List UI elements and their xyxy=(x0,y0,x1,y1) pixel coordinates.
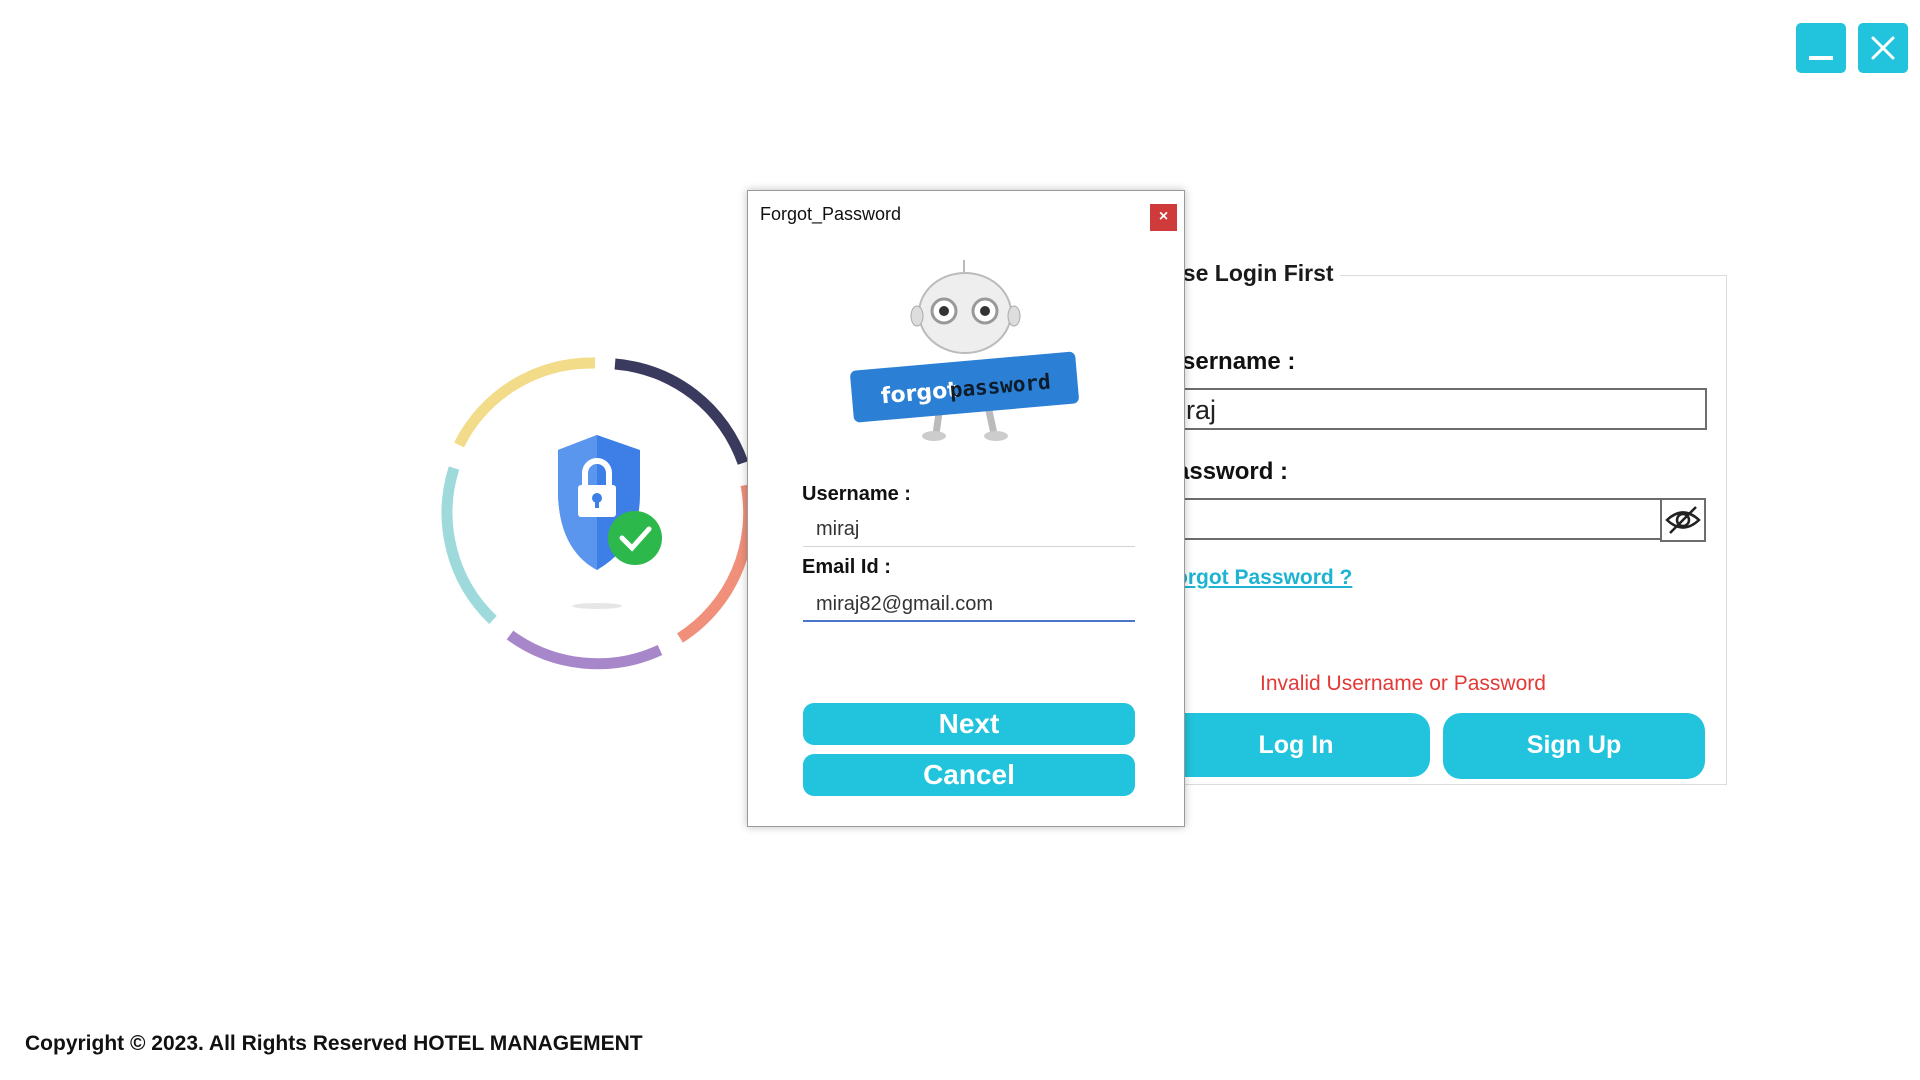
check-badge-icon xyxy=(608,511,662,565)
dialog-close-button[interactable]: × xyxy=(1150,204,1177,231)
username-label: sername : xyxy=(1182,348,1296,375)
minimize-icon xyxy=(1809,56,1833,60)
dialog-email-label: Email Id : xyxy=(802,556,891,578)
security-shield-illustration xyxy=(441,357,755,670)
password-label: assword : xyxy=(1176,458,1289,485)
signup-button[interactable]: Sign Up xyxy=(1443,713,1705,779)
login-panel-title: ase Login First xyxy=(1170,260,1340,287)
password-input[interactable] xyxy=(1168,498,1662,540)
eye-slash-icon xyxy=(1665,506,1701,534)
show-password-button[interactable] xyxy=(1660,498,1706,542)
dialog-username-label: Username : xyxy=(802,483,911,505)
error-message: Invalid Username or Password xyxy=(1260,672,1546,695)
login-button[interactable]: Log In xyxy=(1162,713,1430,777)
copyright-footer: Copyright © 2023. All Rights Reserved HO… xyxy=(25,1032,643,1055)
forgot-password-robot-image: forgot password xyxy=(850,260,1079,441)
cancel-button[interactable]: Cancel xyxy=(803,754,1135,796)
forgot-password-dialog: Forgot_Password × forgot password Userna… xyxy=(747,190,1185,827)
dialog-title: Forgot_Password xyxy=(760,204,902,224)
dialog-username-input[interactable]: miraj xyxy=(803,511,1135,547)
username-input[interactable]: iraj xyxy=(1168,388,1707,430)
dialog-email-input[interactable]: miraj82@gmail.com xyxy=(803,586,1135,622)
close-window-button[interactable] xyxy=(1858,23,1908,73)
next-button[interactable]: Next xyxy=(803,703,1135,745)
close-icon xyxy=(1871,36,1895,60)
forgot-password-link[interactable]: orgot Password ? xyxy=(1175,566,1352,590)
minimize-button[interactable] xyxy=(1796,23,1846,73)
